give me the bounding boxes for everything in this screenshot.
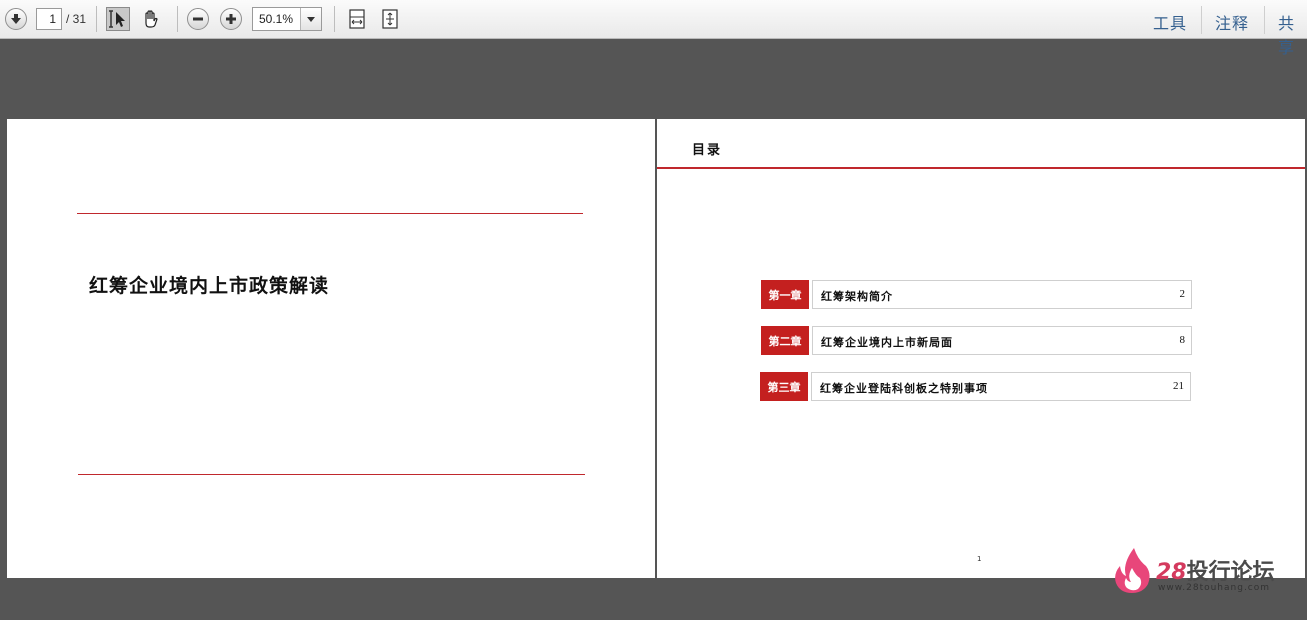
chapter-title: 红筹企业登陆科创板之特别事项 xyxy=(820,382,988,395)
zoom-in-button[interactable] xyxy=(220,8,242,30)
watermark-logo: 28投行论坛 www.28touhang.com xyxy=(1112,546,1302,596)
chapter-badge: 第一章 xyxy=(761,280,809,309)
hand-tool-button[interactable] xyxy=(139,7,163,31)
divider xyxy=(96,6,97,32)
dropdown-arrow-icon[interactable] xyxy=(300,8,321,30)
cover-bottom-rule xyxy=(78,474,585,475)
zoom-value: 50.1% xyxy=(259,12,294,26)
arrow-down-icon xyxy=(11,14,21,24)
divider xyxy=(1264,6,1265,34)
document-page-toc: 目录 第一章 红筹架构简介 2 第二章 红筹企业境内上市新局面 8 第三章 红筹… xyxy=(657,119,1305,578)
watermark-url: www.28touhang.com xyxy=(1158,583,1271,593)
toc-heading: 目录 xyxy=(692,143,723,158)
select-tool-button[interactable] xyxy=(106,7,130,31)
flame-icon xyxy=(1115,548,1150,593)
chapter-box: 红筹架构简介 2 xyxy=(812,280,1192,309)
chapter-page-number: 21 xyxy=(1173,380,1184,392)
zoom-out-button[interactable] xyxy=(187,8,209,30)
hand-icon xyxy=(145,10,158,28)
chapter-page-number: 2 xyxy=(1179,288,1186,300)
chapter-page-number: 8 xyxy=(1179,334,1186,346)
toolbar: 1 / 31 50.1% 工具 注释 共享 xyxy=(0,0,1307,57)
tools-link[interactable]: 工具 xyxy=(1153,10,1187,34)
watermark-brand: 28投行论坛 xyxy=(1156,554,1275,586)
comment-link[interactable]: 注释 xyxy=(1215,10,1249,34)
plus-icon xyxy=(226,14,236,24)
chapter-title: 红筹架构简介 xyxy=(821,290,893,303)
divider xyxy=(177,6,178,32)
page-number-input[interactable]: 1 xyxy=(36,8,62,30)
toc-heading-rule xyxy=(657,167,1305,169)
divider xyxy=(1201,6,1202,34)
page-total-label: / 31 xyxy=(66,12,87,26)
toc-entry[interactable]: 第一章 红筹架构简介 2 xyxy=(761,280,1192,309)
toc-entry[interactable]: 第三章 红筹企业登陆科创板之特别事项 21 xyxy=(760,372,1191,401)
chapter-box: 红筹企业登陆科创板之特别事项 21 xyxy=(811,372,1191,401)
fit-page-button[interactable] xyxy=(378,7,402,31)
toc-entry[interactable]: 第二章 红筹企业境内上市新局面 8 xyxy=(761,326,1192,355)
document-title: 红筹企业境内上市政策解读 xyxy=(89,275,330,297)
next-page-button[interactable] xyxy=(5,8,27,30)
fit-width-button[interactable] xyxy=(345,7,369,31)
chapter-title: 红筹企业境内上市新局面 xyxy=(821,336,953,349)
page-footer-number: 1 xyxy=(977,555,982,563)
text-cursor-arrow-icon xyxy=(109,10,125,28)
minus-icon xyxy=(193,17,203,21)
watermark-brand-number: 28 xyxy=(1156,560,1187,585)
chapter-badge: 第二章 xyxy=(761,326,809,355)
divider xyxy=(334,6,335,32)
chapter-badge: 第三章 xyxy=(760,372,808,401)
document-page-cover: 红筹企业境内上市政策解读 xyxy=(7,119,655,578)
zoom-select[interactable]: 50.1% xyxy=(252,7,322,31)
fit-page-icon xyxy=(382,9,398,29)
fit-width-icon xyxy=(349,9,365,29)
watermark-brand-text: 投行论坛 xyxy=(1186,560,1275,585)
cover-top-rule xyxy=(77,213,583,214)
share-link[interactable]: 共享 xyxy=(1278,10,1307,58)
chapter-box: 红筹企业境内上市新局面 8 xyxy=(812,326,1192,355)
